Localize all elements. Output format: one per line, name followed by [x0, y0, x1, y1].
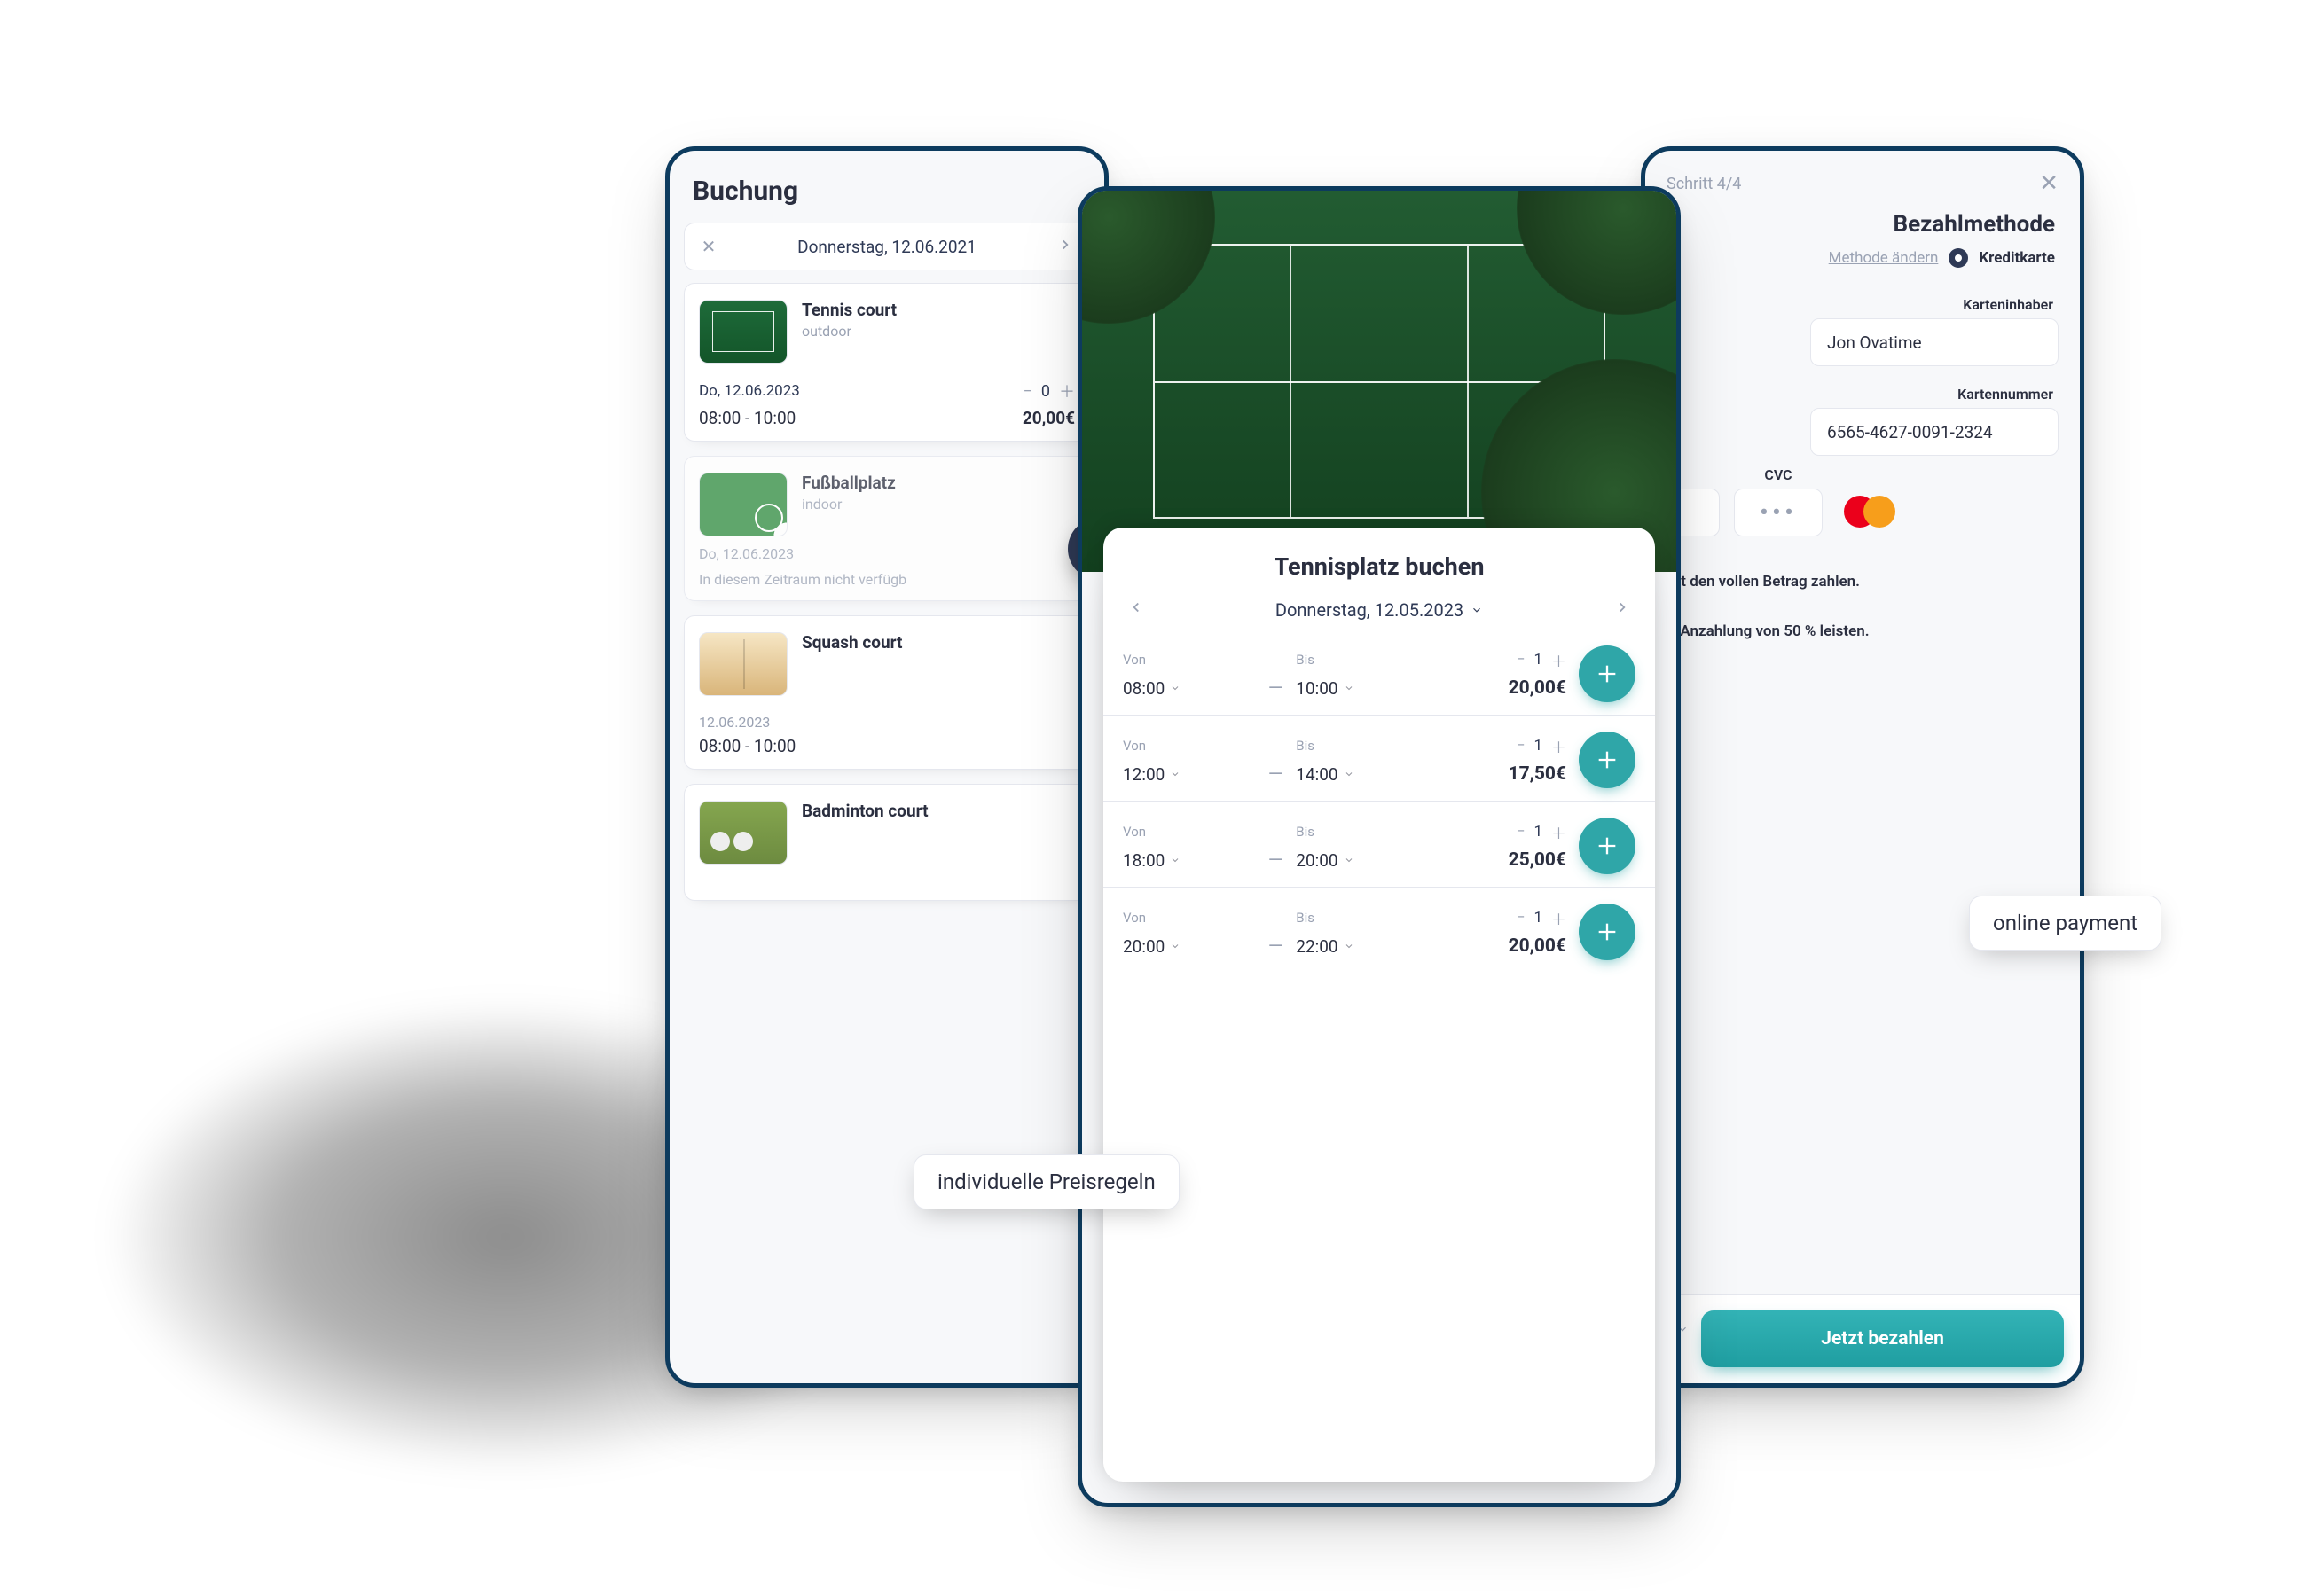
add-slot-button[interactable] — [1579, 904, 1635, 960]
cardnumber-label: Kartennummer — [1957, 386, 2053, 403]
thumb-badminton — [699, 801, 788, 864]
sheet-date[interactable]: Donnerstag, 12.05.2023 — [1275, 599, 1483, 621]
plus-icon[interactable]: ＋ — [1551, 649, 1566, 671]
listing-badminton[interactable]: Badminton court — [684, 784, 1090, 901]
slot-row: Von Bis −1＋ 20:00 — 22:00 20,00€ — [1103, 888, 1655, 973]
slot-row: Von Bis −1＋ 08:00 — 10:00 20,00€ — [1103, 630, 1655, 716]
add-slot-button[interactable] — [1579, 645, 1635, 702]
listing-sub: outdoor — [802, 323, 897, 340]
listing-date: Do, 12.06.2023 — [699, 382, 800, 400]
next-day-icon[interactable] — [1614, 598, 1630, 621]
change-method-link[interactable]: Methode ändern — [1829, 249, 1939, 267]
listing-squash[interactable]: Squash court 12.06.2023 08:00 - 10:00 — [684, 615, 1090, 770]
prev-day-icon[interactable] — [1128, 598, 1144, 621]
sheet-title: Tennisplatz buchen — [1103, 528, 1655, 588]
quantity-stepper[interactable]: − 0 ＋ — [1024, 379, 1075, 403]
listing-price: 20,00€ — [1023, 408, 1075, 428]
qty-value: 0 — [1041, 382, 1050, 401]
method-radio-selected[interactable] — [1949, 248, 1968, 268]
listing-date: 12.06.2023 — [699, 714, 1075, 731]
von-value[interactable]: 08:00 — [1123, 678, 1255, 699]
close-icon[interactable]: ✕ — [2039, 170, 2059, 197]
plus-icon[interactable]: ＋ — [1059, 379, 1075, 403]
add-slot-button[interactable] — [1579, 818, 1635, 874]
pay-now-button[interactable]: Jetzt bezahlen — [1701, 1310, 2064, 1367]
thumb-soccer — [699, 473, 788, 536]
listing-name: Badminton court — [802, 801, 929, 821]
listing-time: 08:00 - 10:00 — [699, 736, 796, 756]
dash-icon: — — [1260, 677, 1290, 700]
cardholder-label: Karteninhaber — [1963, 296, 2053, 313]
quantity-stepper[interactable]: −1＋ — [1517, 907, 1566, 929]
listing-tennis[interactable]: Tennis court outdoor Do, 12.06.2023 − 0 … — [684, 283, 1090, 442]
thumb-squash — [699, 632, 788, 696]
listing-name: Squash court — [802, 632, 902, 653]
date-selector[interactable]: ✕ Donnerstag, 12.06.2021 — [684, 223, 1090, 270]
selected-date: Donnerstag, 12.06.2021 — [727, 237, 1047, 257]
booking-detail-phone: Tennisplatz buchen Donnerstag, 12.05.202… — [1078, 186, 1681, 1507]
listing-time: 08:00 - 10:00 — [699, 408, 796, 428]
next-date-icon[interactable] — [1054, 236, 1077, 257]
quantity-stepper[interactable]: −1＋ — [1517, 735, 1566, 757]
listing-name: Fußballplatz — [802, 473, 896, 493]
cvc-label: CVC — [1764, 466, 1792, 483]
cardnumber-input[interactable]: 6565-4627-0091-2324 — [1810, 408, 2059, 456]
slot-price: 20,00€ — [1509, 677, 1566, 699]
add-slot-button[interactable] — [1579, 732, 1635, 788]
bis-label: Bis — [1296, 652, 1428, 668]
pay-option-full[interactable]: tzt den vollen Betrag zahlen. — [1668, 570, 2057, 593]
chevron-down-icon — [1471, 604, 1483, 616]
quantity-stepper[interactable]: −1＋ — [1517, 821, 1566, 843]
mastercard-icon — [1844, 496, 1895, 528]
method-name: Kreditkarte — [1979, 249, 2055, 267]
pay-option-deposit[interactable]: e Anzahlung von 50 % leisten. — [1668, 620, 2057, 643]
chip-online-payment: online payment — [1969, 896, 2161, 951]
payment-phone: Schritt 4/4 ✕ Bezahlmethode Methode ände… — [1641, 146, 2084, 1388]
listing-sub: indoor — [802, 496, 896, 512]
listing-soccer[interactable]: Fußballplatz indoor Do, 12.06.2023 In di… — [684, 456, 1090, 601]
payment-title: Bezahlmethode — [1645, 206, 2080, 246]
booking-sheet: Tennisplatz buchen Donnerstag, 12.05.202… — [1103, 528, 1655, 1482]
von-label: Von — [1123, 652, 1255, 668]
thumb-tennis — [699, 300, 788, 364]
slot-row: Von Bis −1＋ 12:00 — 14:00 17,50€ — [1103, 716, 1655, 802]
clear-date-icon[interactable]: ✕ — [697, 236, 720, 257]
step-indicator: Schritt 4/4 — [1667, 175, 1741, 193]
cvc-input[interactable]: ••• — [1734, 489, 1823, 536]
quantity-stepper[interactable]: −1＋ — [1517, 649, 1566, 671]
listing-name: Tennis court — [802, 300, 897, 320]
minus-icon[interactable]: − — [1024, 382, 1032, 401]
minus-icon[interactable]: − — [1517, 651, 1526, 669]
slot-row: Von Bis −1＋ 18:00 — 20:00 25,00€ — [1103, 802, 1655, 888]
listing-date: Do, 12.06.2023 — [699, 545, 1075, 562]
bis-value[interactable]: 10:00 — [1296, 678, 1428, 699]
page-title: Buchung — [670, 151, 1104, 223]
court-hero-image — [1082, 191, 1676, 572]
chip-price-rules: individuelle Preisregeln — [914, 1154, 1180, 1209]
listing-unavailable: In diesem Zeitraum nicht verfügb — [699, 571, 1075, 588]
cardholder-input[interactable]: Jon Ovatime — [1810, 318, 2059, 366]
